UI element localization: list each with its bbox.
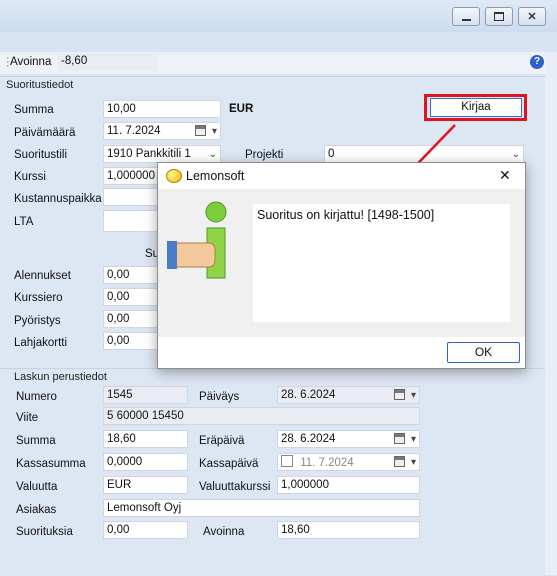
valuutta-field[interactable]: EUR xyxy=(103,476,188,494)
kassapaiva-value: 11. 7.2024 xyxy=(300,457,354,469)
avoinna-field[interactable]: 18,60 xyxy=(277,521,420,539)
chevron-down-icon[interactable]: ▾ xyxy=(411,432,416,447)
info-icon xyxy=(167,201,227,279)
asiakas-label: Asiakas xyxy=(16,504,57,516)
numero-field: 1545 xyxy=(103,386,188,404)
dialog-body: Suoritus on kirjattu! [1498-1500] xyxy=(158,189,525,337)
asiakas-field[interactable]: Lemonsoft Oyj xyxy=(103,499,420,517)
numero-label: Numero xyxy=(16,391,57,403)
viite-label: Viite xyxy=(16,412,39,424)
kassapaiva-datepicker[interactable]: 11. 7.2024 ▾ xyxy=(277,453,420,471)
kassapaiva-label: Kassapäivä xyxy=(199,458,259,470)
paivays-datepicker[interactable]: 28. 6.2024 ▾ xyxy=(277,386,420,404)
chevron-down-icon[interactable]: ▾ xyxy=(411,455,416,470)
viite-field: 5 60000 15450 xyxy=(103,407,420,425)
dialog-title: Lemonsoft xyxy=(186,169,245,183)
calendar-icon[interactable] xyxy=(394,389,405,400)
suorituksia-field[interactable]: 0,00 xyxy=(103,521,188,539)
paivays-value: 28. 6.2024 xyxy=(281,389,336,401)
message-dialog: Lemonsoft ✕ Suoritus on kirjattu! [1498-… xyxy=(157,162,526,369)
valuuttakurssi-label: Valuuttakurssi xyxy=(199,481,271,493)
suorituksia-label: Suorituksia xyxy=(16,526,73,538)
chevron-down-icon[interactable]: ▾ xyxy=(411,388,416,403)
dialog-message: Suoritus on kirjattu! [1498-1500] xyxy=(253,204,510,322)
invoice-summa-field[interactable]: 18,60 xyxy=(103,430,188,448)
valuuttakurssi-field[interactable]: 1,000000 xyxy=(277,476,420,494)
ok-button[interactable]: OK xyxy=(447,342,520,363)
kassasumma-label: Kassasumma xyxy=(16,458,86,470)
kassasumma-field[interactable]: 0,0000 xyxy=(103,453,188,471)
paivays-label: Päiväys xyxy=(199,391,240,403)
avoinna-label: Avoinna xyxy=(203,526,245,538)
calendar-icon[interactable] xyxy=(394,433,405,444)
dialog-title-bar: Lemonsoft ✕ xyxy=(158,163,525,189)
dialog-close-icon[interactable]: ✕ xyxy=(499,167,511,184)
valuutta-label: Valuutta xyxy=(16,481,58,493)
erapaiva-value: 28. 6.2024 xyxy=(281,433,336,445)
erapaiva-label: Eräpäivä xyxy=(199,435,245,447)
invoice-section xyxy=(0,368,545,576)
calendar-icon[interactable] xyxy=(394,456,405,467)
invoice-summa-label: Summa xyxy=(16,435,56,447)
kassapaiva-checkbox[interactable] xyxy=(281,455,293,467)
invoice-section-title: Laskun perustiedot xyxy=(14,371,107,383)
erapaiva-datepicker[interactable]: 28. 6.2024 ▾ xyxy=(277,430,420,448)
lemon-icon xyxy=(166,169,182,183)
